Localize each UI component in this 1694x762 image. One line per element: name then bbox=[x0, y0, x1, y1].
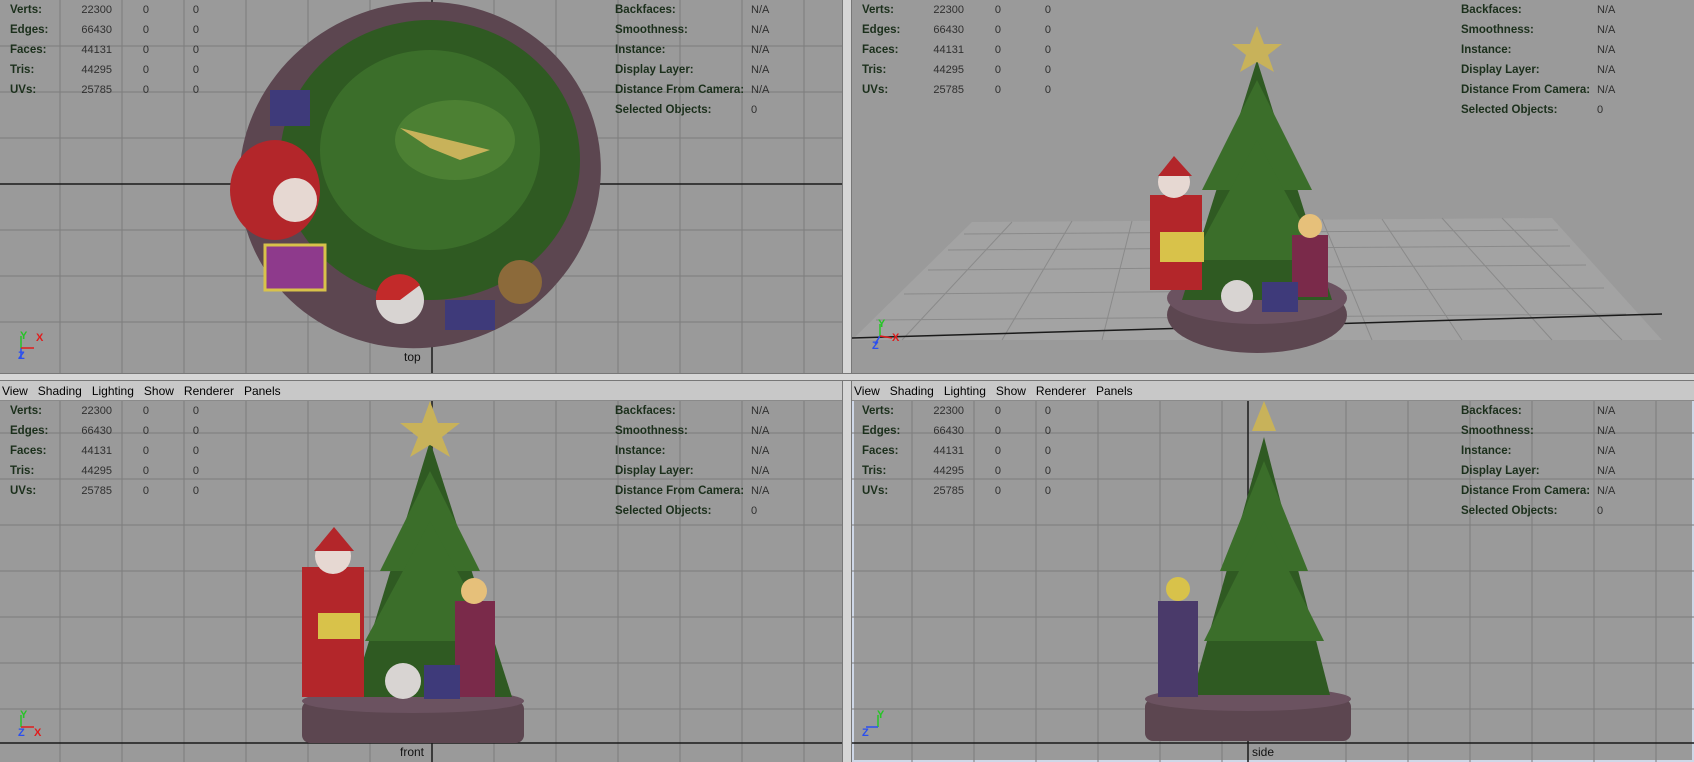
hud-row: Verts: 22300 0 0 bbox=[10, 405, 199, 417]
viewport-top[interactable]: Verts: 22300 0 0 Edges: 66430 0 0 Faces: 44131 0… bbox=[0, 0, 842, 373]
axis-y-label: Y bbox=[20, 330, 28, 342]
menu-renderer[interactable]: Renderer bbox=[184, 384, 240, 398]
stats-hud-top: Verts: 22300 0 0 Edges: 66430 0 0 Faces: 44131 0… bbox=[10, 0, 199, 100]
hud-row: Instance: N/A bbox=[1461, 445, 1616, 457]
object-hud-top: Backfaces: N/A Smoothness: N/A Instance: N/… bbox=[615, 0, 769, 120]
menu-panels[interactable]: Panels bbox=[1096, 384, 1139, 398]
hud-row: Instance: N/A bbox=[615, 44, 770, 56]
hud-row: Selected Objects: 0 bbox=[1461, 505, 1604, 517]
hud-row: Selected Objects: 0 bbox=[1461, 104, 1604, 116]
axis-z-label: Z bbox=[18, 727, 25, 739]
hud-row: Selected Objects: 0 bbox=[615, 104, 758, 116]
menu-renderer[interactable]: Renderer bbox=[1036, 384, 1092, 398]
object-hud-front: Backfaces: N/A Smoothness: N/A Instance: N/… bbox=[615, 401, 769, 521]
hud-row: Backfaces: N/A bbox=[615, 4, 770, 16]
axis-gizmo-front: Y Z X bbox=[16, 709, 46, 745]
hud-row: Tris: 44295 0 0 bbox=[862, 465, 1051, 477]
hud-row: UVs: 25785 0 0 bbox=[862, 84, 1051, 96]
viewport-front[interactable]: Verts: 22300 0 0 Edges: 66430 0 0 Faces: 44131 0… bbox=[0, 401, 842, 762]
stats-hud-side: Verts: 22300 0 0 Edges: 66430 0 0 Faces: 44131 0… bbox=[862, 401, 1051, 501]
hud-row: Edges: 66430 0 0 bbox=[862, 425, 1051, 437]
hud-row: Faces: 44131 0 0 bbox=[10, 445, 199, 457]
viewport-pane-front[interactable]: View Shading Lighting Show Renderer Pane… bbox=[0, 381, 842, 762]
viewport-pane-side[interactable]: View Shading Lighting Show Renderer Pane… bbox=[852, 381, 1694, 762]
menu-view[interactable]: View bbox=[2, 384, 34, 398]
hud-row: Verts: 22300 0 0 bbox=[862, 4, 1051, 16]
hud-row: Backfaces: N/A bbox=[615, 405, 770, 417]
menu-show[interactable]: Show bbox=[996, 384, 1032, 398]
hud-row: Faces: 44131 0 0 bbox=[862, 445, 1051, 457]
hud-row: Smoothness: N/A bbox=[615, 24, 770, 36]
hud-row: Distance From Camera: N/A bbox=[615, 84, 770, 96]
panel-menubar-front: View Shading Lighting Show Renderer Pane… bbox=[0, 381, 842, 401]
hud-row: Smoothness: N/A bbox=[1461, 425, 1616, 437]
axis-x-label: X bbox=[34, 727, 42, 739]
viewport-pane-top[interactable]: Verts: 22300 0 0 Edges: 66430 0 0 Faces: 44131 0… bbox=[0, 0, 842, 373]
hud-row: Edges: 66430 0 0 bbox=[10, 24, 199, 36]
viewport-side[interactable]: Verts: 22300 0 0 Edges: 66430 0 0 Faces: 44131 0… bbox=[852, 401, 1694, 762]
hud-row: Edges: 66430 0 0 bbox=[862, 24, 1051, 36]
menu-lighting[interactable]: Lighting bbox=[944, 384, 992, 398]
menu-panels[interactable]: Panels bbox=[244, 384, 287, 398]
hud-row: Display Layer: N/A bbox=[615, 64, 770, 76]
hud-row: Edges: 66430 0 0 bbox=[10, 425, 199, 437]
hud-row: Tris: 44295 0 0 bbox=[10, 64, 199, 76]
hud-row: Faces: 44131 0 0 bbox=[862, 44, 1051, 56]
axis-x-label: X bbox=[36, 332, 44, 344]
hud-row: Distance From Camera: N/A bbox=[1461, 485, 1616, 497]
model-top-view bbox=[230, 1, 601, 349]
model-front-view bbox=[302, 401, 524, 743]
hud-row: Display Layer: N/A bbox=[1461, 465, 1616, 477]
stats-hud-front: Verts: 22300 0 0 Edges: 66430 0 0 Faces: 44131 0… bbox=[10, 401, 199, 501]
panel-menubar-side: View Shading Lighting Show Renderer Pane… bbox=[852, 381, 1694, 401]
hud-row: UVs: 25785 0 0 bbox=[862, 485, 1051, 497]
menu-show[interactable]: Show bbox=[144, 384, 180, 398]
viewport-persp[interactable]: Verts: 22300 0 0 Edges: 66430 0 0 Faces: 44131 0… bbox=[852, 0, 1694, 373]
hud-row: Smoothness: N/A bbox=[1461, 24, 1616, 36]
vertical-divider[interactable] bbox=[842, 0, 852, 762]
axis-gizmo-top: Y X Z bbox=[16, 330, 46, 366]
hud-row: Instance: N/A bbox=[615, 445, 770, 457]
camera-label-side: side bbox=[1252, 745, 1275, 759]
viewport-pane-persp[interactable]: Verts: 22300 0 0 Edges: 66430 0 0 Faces: 44131 0… bbox=[852, 0, 1694, 373]
horizontal-divider[interactable] bbox=[0, 373, 1694, 381]
object-hud-persp: Backfaces: N/A Smoothness: N/A Instance: N/… bbox=[1461, 0, 1615, 120]
menu-view[interactable]: View bbox=[854, 384, 886, 398]
axis-z-label: Z bbox=[862, 727, 869, 739]
hud-row: Distance From Camera: N/A bbox=[615, 485, 770, 497]
hud-row: Faces: 44131 0 0 bbox=[10, 44, 199, 56]
menu-lighting[interactable]: Lighting bbox=[92, 384, 140, 398]
hud-row: Smoothness: N/A bbox=[615, 425, 770, 437]
hud-row: Tris: 44295 0 0 bbox=[862, 64, 1051, 76]
hud-row: Verts: 22300 0 0 bbox=[10, 4, 199, 16]
hud-row: UVs: 25785 0 0 bbox=[10, 485, 199, 497]
hud-row: Selected Objects: 0 bbox=[615, 505, 758, 517]
camera-label-top: top bbox=[404, 350, 421, 364]
hud-row: Verts: 22300 0 0 bbox=[862, 405, 1051, 417]
axis-gizmo-side: Y Z bbox=[862, 709, 892, 745]
axis-y-label: Y bbox=[878, 318, 886, 330]
axis-y-label: Y bbox=[20, 709, 28, 721]
hud-row: Tris: 44295 0 0 bbox=[10, 465, 199, 477]
axis-z-label: Z bbox=[18, 350, 25, 362]
axis-gizmo-persp: Y X Z bbox=[872, 318, 902, 354]
model-persp-view bbox=[1150, 26, 1347, 353]
camera-label-front: front bbox=[400, 745, 425, 759]
hud-row: Display Layer: N/A bbox=[615, 465, 770, 477]
axis-z-label: Z bbox=[872, 340, 879, 352]
hud-row: Distance From Camera: N/A bbox=[1461, 84, 1616, 96]
stats-hud-persp: Verts: 22300 0 0 Edges: 66430 0 0 Faces: 44131 0… bbox=[862, 0, 1051, 100]
menu-shading[interactable]: Shading bbox=[890, 384, 940, 398]
object-hud-side: Backfaces: N/A Smoothness: N/A Instance: N/… bbox=[1461, 401, 1615, 521]
hud-row: Instance: N/A bbox=[1461, 44, 1616, 56]
menu-shading[interactable]: Shading bbox=[38, 384, 88, 398]
hud-row: Backfaces: N/A bbox=[1461, 405, 1616, 417]
hud-row: Display Layer: N/A bbox=[1461, 64, 1616, 76]
axis-y-label: Y bbox=[877, 709, 885, 721]
axis-x-label: X bbox=[892, 332, 900, 344]
hud-row: UVs: 25785 0 0 bbox=[10, 84, 199, 96]
hud-row: Backfaces: N/A bbox=[1461, 4, 1616, 16]
